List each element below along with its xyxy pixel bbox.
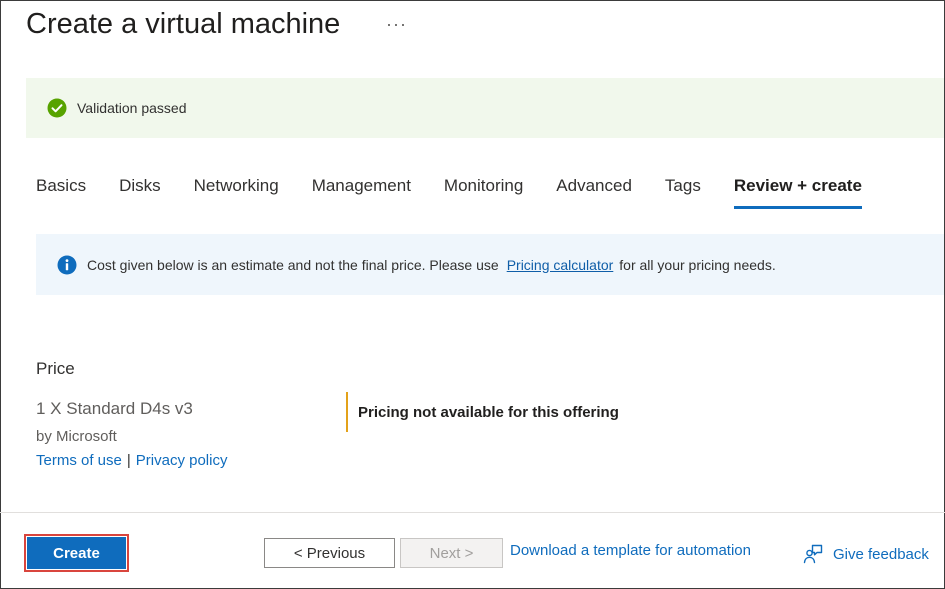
tab-bar: Basics Disks Networking Management Monit… bbox=[36, 176, 895, 212]
link-separator: | bbox=[126, 452, 131, 469]
feedback-icon bbox=[803, 544, 823, 564]
tab-networking[interactable]: Networking bbox=[194, 176, 279, 210]
footer-divider bbox=[0, 512, 945, 513]
give-feedback-button[interactable]: Give feedback bbox=[803, 544, 929, 564]
next-button: Next > bbox=[400, 538, 503, 568]
pricing-info-banner: Cost given below is an estimate and not … bbox=[36, 234, 944, 295]
tab-management[interactable]: Management bbox=[312, 176, 411, 210]
tab-disks[interactable]: Disks bbox=[119, 176, 161, 210]
terms-of-use-link[interactable]: Terms of use bbox=[36, 452, 122, 469]
check-circle-icon bbox=[47, 98, 67, 118]
info-text-suffix: for all your pricing needs. bbox=[619, 256, 776, 273]
pricing-calculator-link[interactable]: Pricing calculator bbox=[507, 257, 614, 273]
info-icon bbox=[57, 255, 77, 275]
give-feedback-label: Give feedback bbox=[833, 545, 929, 563]
page-title: Create a virtual machine bbox=[26, 8, 341, 40]
vm-size: 1 X Standard D4s v3 bbox=[36, 399, 193, 418]
tab-review-create[interactable]: Review + create bbox=[733, 176, 862, 210]
previous-button[interactable]: < Previous bbox=[264, 538, 395, 568]
more-options-button[interactable]: ··· bbox=[386, 14, 407, 35]
tab-advanced[interactable]: Advanced bbox=[556, 176, 632, 210]
pricing-note: Pricing not available for this offering bbox=[346, 392, 619, 432]
validation-banner: Validation passed bbox=[26, 78, 944, 138]
validation-message: Validation passed bbox=[77, 100, 187, 116]
privacy-policy-link[interactable]: Privacy policy bbox=[136, 452, 228, 469]
tab-basics[interactable]: Basics bbox=[36, 176, 86, 210]
tab-monitoring[interactable]: Monitoring bbox=[444, 176, 523, 210]
tab-tags[interactable]: Tags bbox=[665, 176, 701, 210]
info-text: Cost given below is an estimate and not … bbox=[87, 256, 499, 273]
create-button[interactable]: Create bbox=[27, 537, 126, 569]
download-template-link[interactable]: Download a template for automation bbox=[510, 542, 751, 559]
legal-links: Terms of use | Privacy policy bbox=[36, 452, 227, 469]
price-heading: Price bbox=[36, 359, 75, 378]
vendor-name: by Microsoft bbox=[36, 428, 117, 445]
